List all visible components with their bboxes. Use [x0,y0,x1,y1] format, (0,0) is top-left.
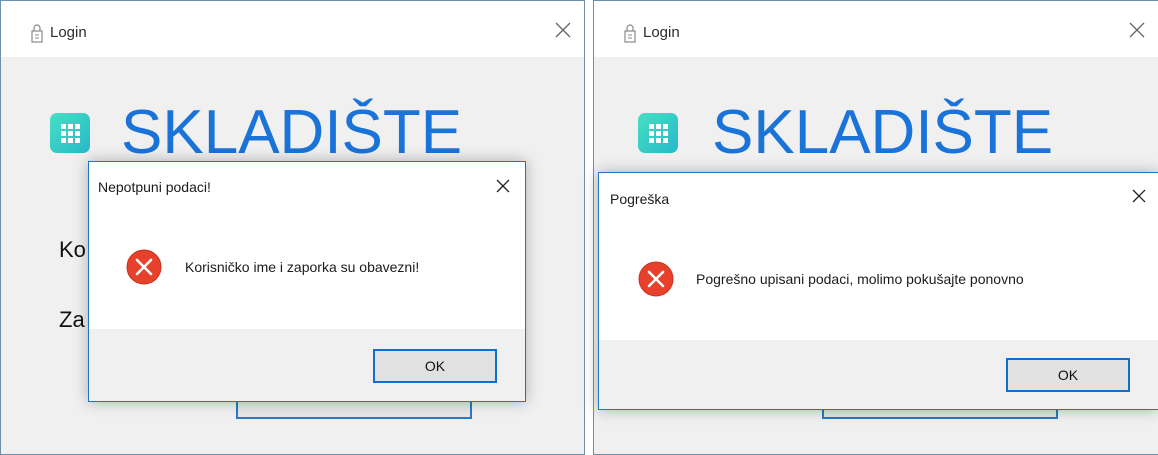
close-icon[interactable] [1129,186,1149,206]
app-logo-text: SKLADIŠTE [121,98,463,167]
login-button[interactable] [236,399,472,419]
dialog-content-area [599,173,1158,340]
error-dialog-wrong-credentials: Pogreška Pogrešno upisani podaci, molimo… [598,172,1158,410]
app-icon [31,24,43,43]
window-title: Login [643,24,680,41]
ok-button[interactable]: OK [373,349,497,383]
password-label: Za [59,307,85,332]
username-label: Ko [59,237,86,262]
ok-button[interactable]: OK [1006,358,1130,392]
app-logo-text: SKLADIŠTE [712,98,1054,167]
dialog-message: Korisničko ime i zaporka su obavezni! [185,259,420,275]
dialog-title: Nepotpuni podaci! [98,179,211,195]
title-bar: Login [594,1,1158,57]
title-bar: Login [1,1,584,57]
app-icon [624,24,636,43]
warehouse-logo-icon [638,113,678,153]
error-icon [126,249,162,285]
close-icon[interactable] [1126,19,1148,41]
warehouse-logo-icon [50,113,90,153]
dialog-title: Pogreška [610,191,670,207]
dialog-message: Pogrešno upisani podaci, molimo pokušajt… [696,271,1024,287]
close-icon[interactable] [493,176,513,196]
error-icon [638,261,674,297]
window-title: Login [50,24,87,41]
close-icon[interactable] [552,19,574,41]
error-dialog-incomplete-data: Nepotpuni podaci! Korisničko ime i zapor… [88,161,526,402]
